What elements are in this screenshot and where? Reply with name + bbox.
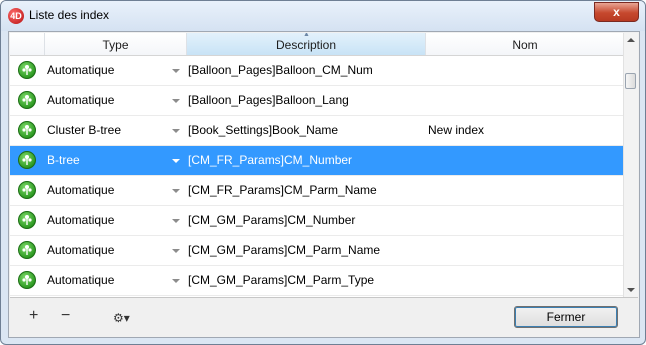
scroll-thumb[interactable] bbox=[625, 73, 636, 89]
index-tree-icon bbox=[18, 241, 36, 259]
add-index-button[interactable]: + bbox=[29, 308, 38, 324]
table-row[interactable]: Cluster B-tree [Book_Settings]Book_Name … bbox=[10, 116, 624, 146]
table-row-selected[interactable]: B-tree [CM_FR_Params]CM_Number bbox=[10, 146, 624, 176]
type-dropdown-icon[interactable] bbox=[172, 219, 180, 223]
column-header-description-label: Description bbox=[275, 38, 337, 52]
scroll-down-arrow-icon[interactable] bbox=[627, 288, 635, 292]
column-header-nom[interactable]: Nom bbox=[426, 33, 624, 55]
index-tree-icon bbox=[18, 91, 36, 109]
row-description: [Book_Settings]Book_Name bbox=[188, 123, 339, 137]
index-tree-icon bbox=[18, 181, 36, 199]
app-4d-icon: 4D bbox=[8, 8, 24, 24]
type-dropdown-icon[interactable] bbox=[172, 189, 180, 193]
column-header-type[interactable]: Type bbox=[45, 33, 187, 55]
index-tree-icon bbox=[18, 271, 36, 289]
row-description: [CM_GM_Params]CM_Number bbox=[188, 213, 356, 227]
table-row[interactable]: Automatique [CM_GM_Params]CM_Parm_Type bbox=[10, 266, 624, 296]
table-header: Type ▲ Description Nom bbox=[10, 33, 624, 56]
row-type: Automatique bbox=[47, 273, 115, 287]
table-row[interactable]: Automatique [CM_FR_Params]CM_Parm_Name bbox=[10, 176, 624, 206]
index-tree-icon bbox=[18, 151, 36, 169]
vertical-scrollbar[interactable] bbox=[623, 33, 638, 297]
row-icon-cell bbox=[10, 146, 44, 175]
row-description: [Balloon_Pages]Balloon_CM_Num bbox=[188, 63, 373, 77]
index-tree-icon bbox=[18, 61, 36, 79]
title-bar: 4D Liste des index x bbox=[1, 1, 645, 31]
row-icon-cell bbox=[10, 266, 44, 295]
row-description: [CM_FR_Params]CM_Parm_Name bbox=[188, 183, 377, 197]
row-type: Automatique bbox=[47, 213, 115, 227]
row-description: [CM_GM_Params]CM_Parm_Name bbox=[188, 243, 381, 257]
column-header-description[interactable]: ▲ Description bbox=[187, 33, 426, 55]
gear-menu-button[interactable]: ⚙▾ bbox=[113, 310, 130, 326]
row-description: [CM_GM_Params]CM_Parm_Type bbox=[188, 273, 375, 287]
type-dropdown-icon[interactable] bbox=[172, 69, 180, 73]
type-dropdown-icon[interactable] bbox=[172, 249, 180, 253]
table-row[interactable]: Automatique [Balloon_Pages]Balloon_CM_Nu… bbox=[10, 56, 624, 86]
table-body: Automatique [Balloon_Pages]Balloon_CM_Nu… bbox=[10, 56, 624, 297]
column-header-icon[interactable] bbox=[10, 33, 45, 55]
row-icon-cell bbox=[10, 236, 44, 265]
row-icon-cell bbox=[10, 86, 44, 115]
row-type: Automatique bbox=[47, 63, 115, 77]
table-row[interactable]: Automatique [CM_GM_Params]CM_Parm_Name bbox=[10, 236, 624, 266]
dialog-content: Type ▲ Description Nom Automatique [Ball… bbox=[8, 31, 640, 338]
row-type: Automatique bbox=[47, 93, 115, 107]
table-row[interactable]: Automatique [Balloon_Pages]Balloon_Lang bbox=[10, 86, 624, 116]
type-dropdown-icon[interactable] bbox=[172, 279, 180, 283]
row-type: Cluster B-tree bbox=[47, 123, 122, 137]
table-row[interactable]: Automatique [CM_GM_Params]CM_Number bbox=[10, 206, 624, 236]
type-dropdown-icon[interactable] bbox=[172, 129, 180, 133]
row-icon-cell bbox=[10, 56, 44, 85]
type-dropdown-icon[interactable] bbox=[172, 159, 180, 163]
dialog-footer: + − ⚙▾ Fermer bbox=[9, 298, 639, 337]
index-list-window: 4D Liste des index x Type ▲ Description … bbox=[0, 0, 646, 345]
row-type: B-tree bbox=[47, 153, 80, 167]
window-close-button[interactable]: x bbox=[594, 2, 639, 22]
window-title: Liste des index bbox=[29, 8, 110, 22]
row-type: Automatique bbox=[47, 183, 115, 197]
row-description: [Balloon_Pages]Balloon_Lang bbox=[188, 93, 349, 107]
index-table: Type ▲ Description Nom Automatique [Ball… bbox=[10, 33, 638, 298]
index-tree-icon bbox=[18, 211, 36, 229]
row-nom[interactable]: New index bbox=[428, 116, 484, 145]
sort-ascending-icon: ▲ bbox=[303, 33, 310, 38]
row-description: [CM_FR_Params]CM_Number bbox=[188, 153, 353, 167]
remove-index-button[interactable]: − bbox=[61, 308, 70, 324]
row-icon-cell bbox=[10, 116, 44, 145]
close-dialog-button[interactable]: Fermer bbox=[514, 306, 618, 328]
index-tree-icon bbox=[18, 121, 36, 139]
scroll-up-arrow-icon[interactable] bbox=[627, 38, 635, 42]
type-dropdown-icon[interactable] bbox=[172, 99, 180, 103]
row-icon-cell bbox=[10, 176, 44, 205]
row-type: Automatique bbox=[47, 243, 115, 257]
row-icon-cell bbox=[10, 206, 44, 235]
